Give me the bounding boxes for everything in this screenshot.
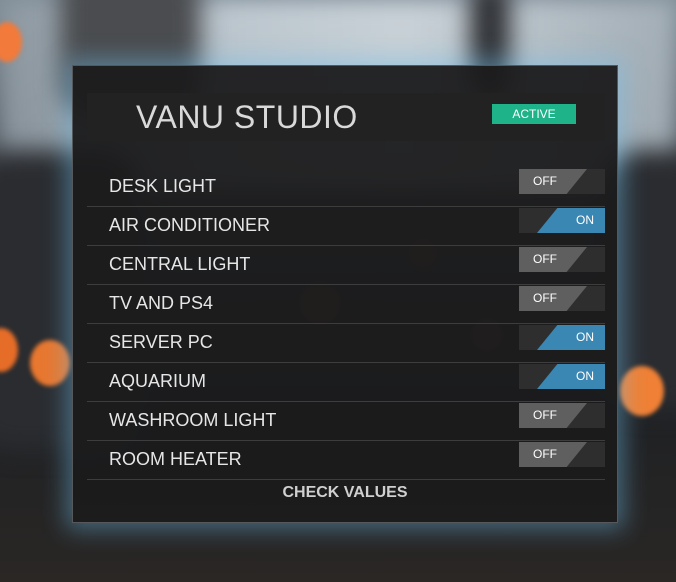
status-badge: ACTIVE	[492, 104, 576, 124]
device-label: AQUARIUM	[109, 371, 207, 391]
device-label: TV AND PS4	[109, 293, 214, 313]
device-list: DESK LIGHT OFF AIR CONDITIONER ON CENTRA…	[87, 168, 605, 480]
washroom-light-toggle[interactable]: OFF	[519, 403, 605, 428]
device-label: ROOM HEATER	[109, 449, 242, 469]
device-row-washroom-light: WASHROOM LIGHT OFF	[87, 402, 605, 441]
bokeh-light	[30, 340, 70, 386]
server-pc-toggle[interactable]: ON	[519, 325, 605, 350]
air-conditioner-toggle[interactable]: ON	[519, 208, 605, 233]
toggle-fill	[537, 325, 605, 350]
toggle-state-text: ON	[576, 369, 594, 383]
toggle-state-text: OFF	[533, 174, 557, 188]
bokeh-light	[620, 366, 664, 416]
toggle-fill	[537, 208, 605, 233]
toggle-state-text: ON	[576, 213, 594, 227]
device-row-server-pc: SERVER PC ON	[87, 324, 605, 363]
toggle-state-text: OFF	[533, 291, 557, 305]
device-label: AIR CONDITIONER	[109, 215, 271, 235]
toggle-state-text: OFF	[533, 447, 557, 461]
check-values-button[interactable]: CHECK VALUES	[73, 484, 617, 502]
device-row-desk-light: DESK LIGHT OFF	[87, 168, 605, 207]
toggle-state-text: OFF	[533, 408, 557, 422]
desk-light-toggle[interactable]: OFF	[519, 169, 605, 194]
toggle-state-text: ON	[576, 330, 594, 344]
panel-header: VANU STUDIO ACTIVE	[87, 93, 605, 141]
toggle-fill	[537, 364, 605, 389]
room-heater-toggle[interactable]: OFF	[519, 442, 605, 467]
device-row-aquarium: AQUARIUM ON	[87, 363, 605, 402]
device-row-tv-and-ps4: TV AND PS4 OFF	[87, 285, 605, 324]
device-label: DESK LIGHT	[109, 176, 217, 196]
aquarium-toggle[interactable]: ON	[519, 364, 605, 389]
tv-and-ps4-toggle[interactable]: OFF	[519, 286, 605, 311]
device-label: SERVER PC	[109, 332, 213, 352]
panel-title: VANU STUDIO	[136, 99, 358, 135]
toggle-state-text: OFF	[533, 252, 557, 266]
device-row-air-conditioner: AIR CONDITIONER ON	[87, 207, 605, 246]
device-label: CENTRAL LIGHT	[109, 254, 251, 274]
device-label: WASHROOM LIGHT	[109, 410, 277, 430]
device-row-room-heater: ROOM HEATER OFF	[87, 441, 605, 480]
control-panel: VANU STUDIO ACTIVE DESK LIGHT OFF AIR CO…	[72, 65, 618, 523]
device-row-central-light: CENTRAL LIGHT OFF	[87, 246, 605, 285]
central-light-toggle[interactable]: OFF	[519, 247, 605, 272]
